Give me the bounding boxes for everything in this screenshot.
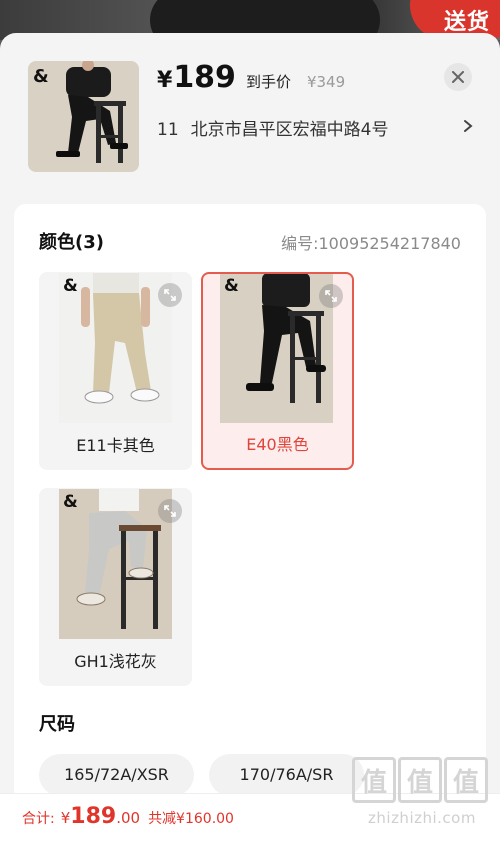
- options-panel: 颜色(3) 编号:10095254217840 & E11卡其色 & E40黑色…: [14, 204, 486, 824]
- expand-icon[interactable]: [158, 499, 182, 523]
- address-zip: 11: [157, 120, 179, 140]
- total-currency: ¥: [60, 809, 71, 827]
- total-amount: 189: [70, 804, 117, 829]
- product-summary: & ¥ 189 到手价 ¥349 11 北京市昌平区宏福中路4号: [0, 33, 500, 203]
- price-currency: ¥: [157, 68, 173, 93]
- color-option-label: GH1浅花灰: [74, 652, 157, 671]
- svg-text:&: &: [224, 276, 239, 296]
- watermark-glyph: 值: [444, 757, 488, 803]
- color-option-grey[interactable]: & GH1浅花灰: [39, 488, 192, 686]
- watermark-url: zhizhizhi.com: [368, 809, 476, 827]
- khaki-pants-photo: &: [59, 273, 172, 423]
- expand-icon[interactable]: [319, 284, 343, 308]
- size-section-title: 尺码: [39, 714, 75, 735]
- color-option-khaki[interactable]: & E11卡其色: [39, 272, 192, 470]
- site-watermark: 值 值 值 zhizhizhi.com: [352, 757, 492, 829]
- expand-icon[interactable]: [158, 283, 182, 307]
- final-price: 189: [173, 60, 236, 95]
- size-option-170[interactable]: 170/76A/SR: [209, 754, 364, 796]
- svg-text:&: &: [33, 66, 49, 87]
- sku-number: 编号:10095254217840: [281, 234, 461, 253]
- sku-selector-sheet: & ¥ 189 到手价 ¥349 11 北京市昌平区宏福中路4号 颜色(3) 编…: [0, 33, 500, 841]
- watermark-glyph: 值: [398, 757, 442, 803]
- close-icon: [452, 71, 464, 83]
- price-tag: 到手价: [245, 73, 291, 91]
- product-thumbnail[interactable]: &: [28, 61, 139, 172]
- color-option-label: E11卡其色: [76, 436, 155, 455]
- original-price: ¥349: [306, 73, 346, 91]
- total-savings: 共减¥160.00: [148, 811, 234, 827]
- color-option-label: E40黑色: [246, 435, 309, 454]
- black-pants-photo: &: [220, 274, 333, 423]
- watermark-logo: 值 值 值: [352, 757, 492, 803]
- delivery-address[interactable]: 11 北京市昌平区宏福中路4号: [157, 115, 473, 140]
- size-option-165[interactable]: 165/72A/XSR: [39, 754, 194, 796]
- chevron-right-icon[interactable]: [461, 116, 475, 136]
- close-button[interactable]: [444, 63, 472, 91]
- color-section-title: 颜色(3): [39, 232, 104, 253]
- color-option-black[interactable]: & E40黑色: [201, 272, 354, 470]
- watermark-glyph: 值: [352, 757, 396, 803]
- price-row: ¥ 189 到手价 ¥349: [157, 60, 345, 95]
- grey-pants-photo: &: [59, 489, 172, 639]
- svg-text:&: &: [63, 276, 78, 296]
- total-label: 合计:: [22, 811, 55, 827]
- svg-text:&: &: [63, 492, 78, 512]
- order-total: 合计: ¥ 189 .00 共减¥160.00: [22, 804, 234, 829]
- address-text: 北京市昌平区宏福中路4号: [190, 120, 389, 140]
- total-decimals: .00: [116, 809, 141, 827]
